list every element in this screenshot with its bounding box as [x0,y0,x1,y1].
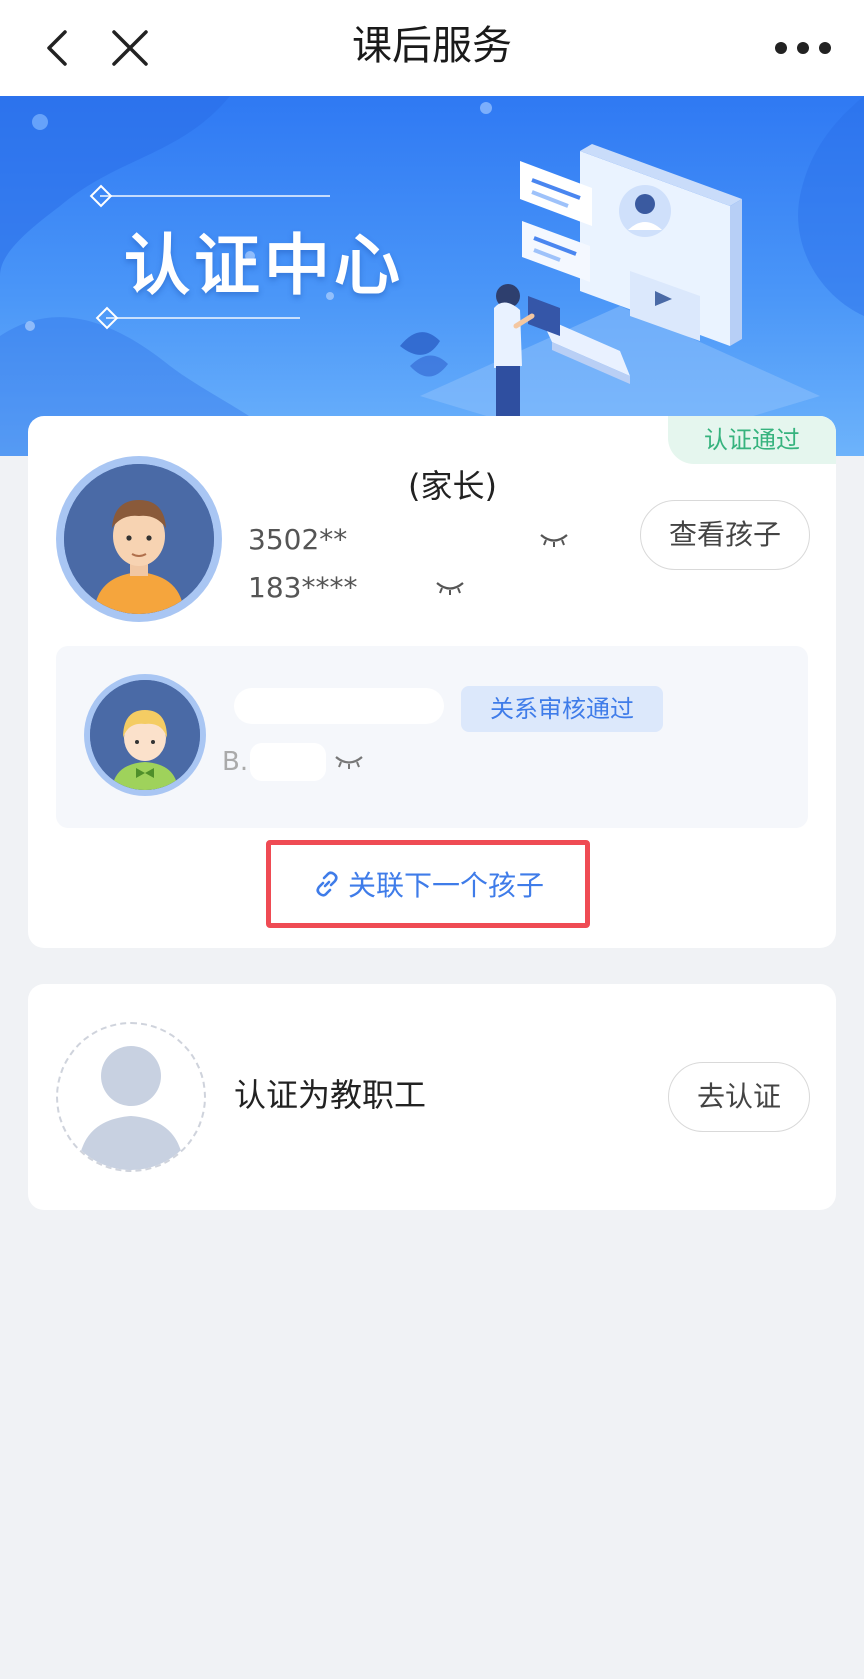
status-badge: 认证通过 [668,416,836,464]
top-nav-bar: 课后服务 [0,0,864,96]
link-next-child-label: 关联下一个孩子 [347,869,544,902]
parent-certification-card: 认证通过 (家长) 3502** 183**** 查看孩子 关系审核通过 B. … [28,416,836,948]
phone-line: 183**** [248,568,465,608]
link-next-child-button[interactable]: 关联下一个孩子 [266,840,590,928]
staff-certification-title: 认证为教职工 [234,1076,427,1114]
child-avatar-icon [90,680,200,790]
phone-number: 183**** [248,571,358,604]
link-icon [312,869,342,899]
auth-center-banner: 认证中心 [0,96,864,456]
staff-placeholder-avatar [56,1022,206,1172]
relation-status-badge: 关系审核通过 [461,686,663,732]
toggle-phone-visibility[interactable] [435,580,465,596]
child-avatar [84,674,206,796]
child-id: B. [222,747,249,777]
more-button[interactable] [768,24,838,72]
id-number-line: 3502** [248,520,569,560]
view-children-button[interactable]: 查看孩子 [640,500,810,570]
user-placeholder-icon [78,1046,184,1170]
go-verify-button[interactable]: 去认证 [668,1062,810,1132]
eye-closed-icon [540,534,568,547]
close-button[interactable] [102,20,158,76]
toggle-child-id-visibility[interactable] [334,754,364,770]
child-name-mask [234,688,444,724]
parent-name: (家长) [248,464,497,508]
eye-closed-icon [335,756,363,769]
toggle-id-visibility[interactable] [539,532,569,548]
chevron-left-icon [47,30,67,66]
child-id-line: B. [222,742,364,782]
avatar [56,456,222,622]
child-id-mask [250,743,327,781]
staff-certification-card: 认证为教职工 去认证 [28,984,836,1210]
child-item[interactable]: 关系审核通过 B. [56,646,808,828]
banner-title: 认证中心 [124,227,404,304]
eye-closed-icon [436,582,465,595]
id-number: 3502** [248,523,348,556]
parent-avatar-icon [64,464,214,614]
back-button[interactable] [30,20,86,76]
more-dots-icon [775,42,831,54]
close-icon [112,30,148,66]
parent-name-suffix: (家长) [408,467,497,505]
